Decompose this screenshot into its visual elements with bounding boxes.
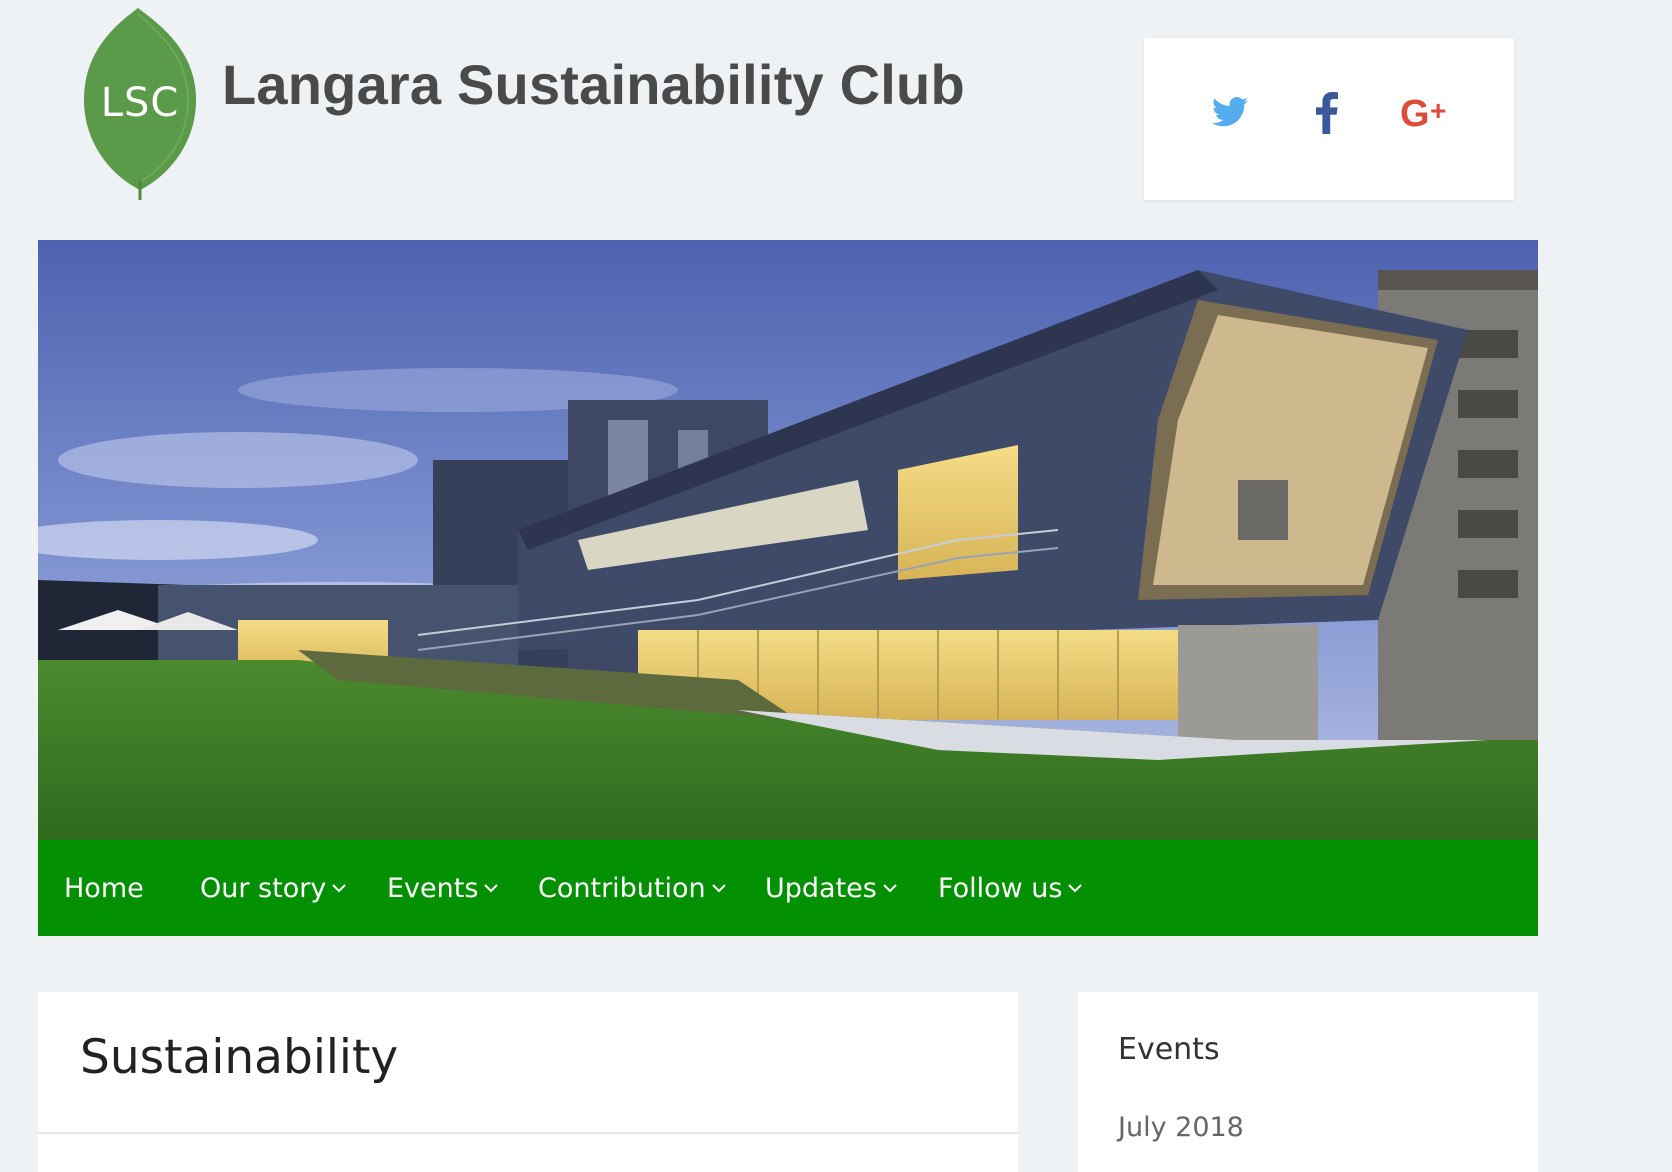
facebook-icon[interactable] — [1316, 92, 1338, 134]
page-title: Sustainability — [80, 1030, 399, 1085]
card-divider — [38, 1132, 1018, 1134]
nav-item-our-story[interactable]: Our story — [200, 840, 347, 936]
lsc-leaf-logo[interactable]: LSC — [78, 4, 202, 200]
chevron-down-icon — [484, 884, 499, 893]
nav-item-label: Home — [64, 872, 144, 904]
main-nav: Home Our story Events Contribution Updat… — [38, 840, 1538, 936]
nav-item-label: Our story — [200, 872, 327, 904]
nav-item-events[interactable]: Events — [387, 840, 499, 936]
nav-item-contribution[interactable]: Contribution — [538, 840, 726, 936]
svg-text:G: G — [1400, 93, 1430, 132]
chevron-down-icon — [711, 884, 726, 893]
nav-item-follow-us[interactable]: Follow us — [938, 840, 1083, 936]
svg-text:+: + — [1430, 95, 1446, 126]
twitter-icon[interactable] — [1212, 96, 1248, 128]
hero-banner — [38, 240, 1538, 840]
nav-item-label: Contribution — [538, 872, 706, 904]
widget-heading: Events — [1118, 1032, 1220, 1067]
nav-item-home[interactable]: Home — [64, 840, 144, 936]
main-content-card: Sustainability — [38, 992, 1018, 1172]
archive-link[interactable]: July 2018 — [1118, 1112, 1244, 1143]
nav-item-updates[interactable]: Updates — [765, 840, 897, 936]
nav-item-label: Follow us — [938, 872, 1063, 904]
campus-building-photo — [38, 240, 1538, 840]
chevron-down-icon — [332, 884, 347, 893]
sidebar-events-widget: Events July 2018 — [1078, 992, 1538, 1172]
logo-text: LSC — [101, 80, 180, 126]
site-title[interactable]: Langara Sustainability Club — [222, 52, 965, 117]
chevron-down-icon — [883, 884, 897, 893]
google-plus-icon[interactable]: G + — [1400, 92, 1456, 132]
nav-item-label: Events — [387, 872, 479, 904]
chevron-down-icon — [1068, 884, 1083, 893]
nav-item-label: Updates — [765, 872, 877, 904]
